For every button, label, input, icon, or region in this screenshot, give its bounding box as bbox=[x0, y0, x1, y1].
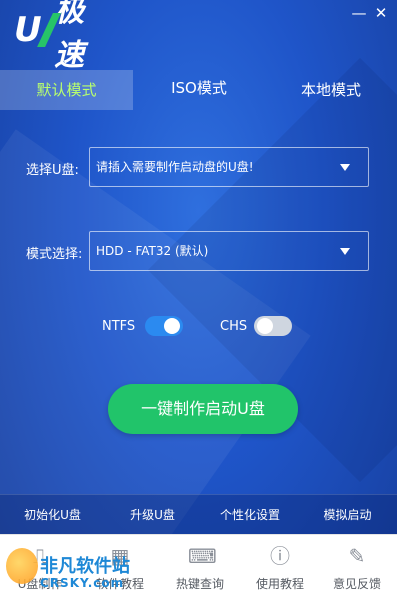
footer-hotkey-query[interactable]: ⌨ 热键查询 bbox=[160, 535, 240, 601]
simulate-boot-link[interactable]: 模拟启动 bbox=[305, 495, 390, 535]
footer-label: U盘制作 bbox=[17, 577, 63, 591]
footer-usage-tutorial[interactable]: ⓘ 使用教程 bbox=[240, 535, 320, 601]
mode-tabs: 默认模式 ISO模式 本地模式 bbox=[0, 70, 397, 110]
chevron-down-icon bbox=[340, 164, 350, 171]
keyboard-icon: ⌨ bbox=[188, 544, 217, 568]
chs-label: CHS bbox=[220, 319, 248, 334]
ntfs-toggle[interactable] bbox=[145, 316, 183, 336]
chevron-down-icon bbox=[340, 248, 350, 255]
close-button[interactable]: ✕ bbox=[371, 4, 391, 22]
footer-usb-make[interactable]: ⎍ U盘制作 bbox=[0, 535, 80, 601]
toggle-knob bbox=[164, 318, 180, 334]
tab-default-mode[interactable]: 默认模式 bbox=[0, 70, 133, 110]
usb-select-value: 请插入需要制作启动盘的U盘! bbox=[96, 160, 254, 174]
mode-select-value: HDD - FAT32 (默认) bbox=[96, 244, 209, 258]
mode-select[interactable]: HDD - FAT32 (默认) bbox=[89, 231, 369, 271]
ntfs-label: NTFS bbox=[102, 319, 136, 334]
toggle-knob bbox=[257, 318, 273, 334]
usb-select[interactable]: 请插入需要制作启动盘的U盘! bbox=[89, 147, 369, 187]
app-window: U 极速 — ✕ 默认模式 ISO模式 本地模式 选择U盘: 请插入需要制作启动… bbox=[0, 0, 397, 601]
footer-label: 意见反馈 bbox=[332, 577, 381, 591]
init-usb-link[interactable]: 初始化U盘 bbox=[10, 495, 95, 535]
upgrade-usb-link[interactable]: 升级U盘 bbox=[110, 495, 195, 535]
mode-select-label: 模式选择: bbox=[26, 247, 83, 262]
tab-local-mode[interactable]: 本地模式 bbox=[265, 70, 397, 110]
logo-letter-u: U bbox=[14, 10, 42, 50]
logo-text: 极速 bbox=[54, 0, 84, 73]
help-icon: ⓘ bbox=[270, 544, 290, 568]
footer-label: 热键查询 bbox=[175, 577, 224, 591]
footer-toolbar: ⎍ U盘制作 ▦ 软件教程 ⌨ 热键查询 ⓘ 使用教程 ✎ 意见反馈 bbox=[0, 534, 397, 601]
personalize-link[interactable]: 个性化设置 bbox=[205, 495, 295, 535]
footer-label: 软件教程 bbox=[95, 577, 144, 591]
footer-feedback[interactable]: ✎ 意见反馈 bbox=[317, 535, 397, 601]
minimize-button[interactable]: — bbox=[349, 4, 369, 22]
usb-select-label: 选择U盘: bbox=[26, 163, 79, 178]
chs-toggle[interactable] bbox=[254, 316, 292, 336]
edit-icon: ✎ bbox=[348, 544, 366, 568]
grid-icon: ▦ bbox=[110, 544, 130, 568]
footer-label: 使用教程 bbox=[255, 577, 304, 591]
make-bootable-usb-button[interactable]: 一键制作启动U盘 bbox=[108, 384, 298, 434]
footer-software-tutorial[interactable]: ▦ 软件教程 bbox=[80, 535, 160, 601]
usb-icon: ⎍ bbox=[33, 544, 47, 568]
app-logo: U 极速 bbox=[14, 0, 109, 73]
bottom-link-bar: 初始化U盘 升级U盘 个性化设置 模拟启动 bbox=[0, 494, 397, 534]
tab-iso-mode[interactable]: ISO模式 bbox=[133, 68, 265, 108]
